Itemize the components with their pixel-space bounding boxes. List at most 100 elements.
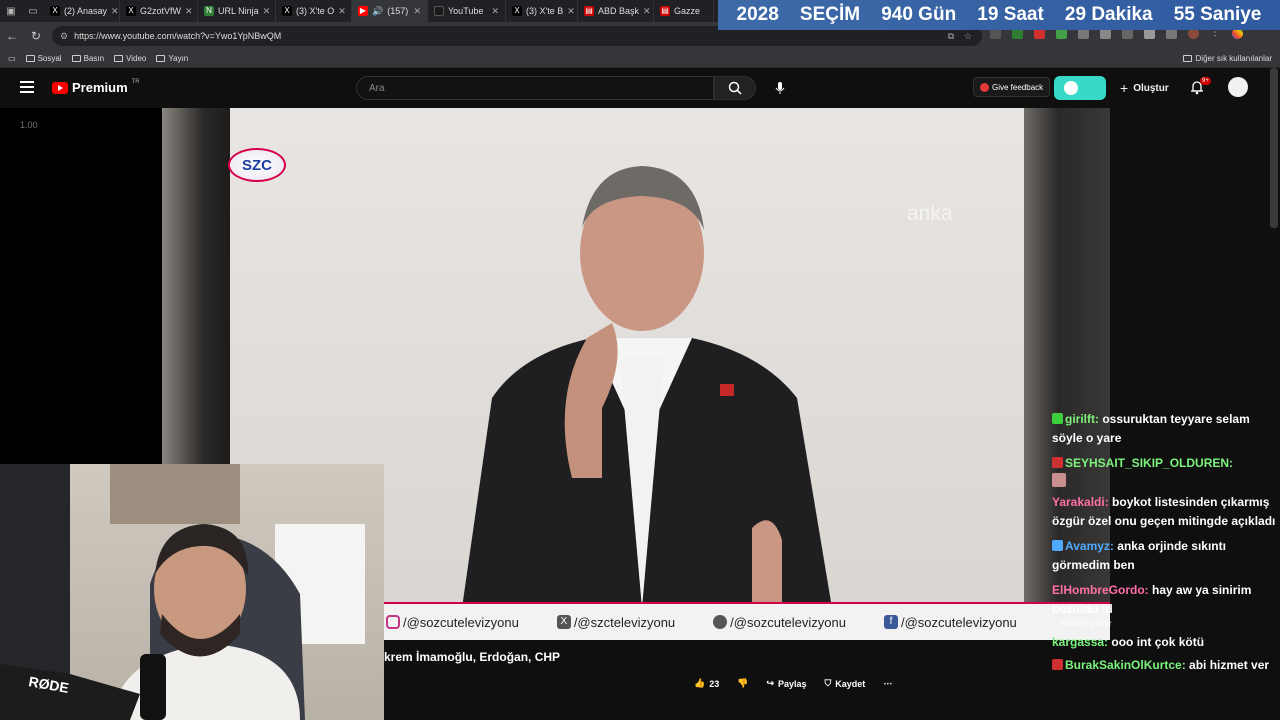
- close-icon[interactable]: ✕: [643, 6, 651, 17]
- tiktok-icon: [713, 615, 728, 629]
- share-button[interactable]: ↪ Paylaş: [766, 678, 806, 689]
- x-icon: X: [126, 6, 136, 16]
- tab-1[interactable]: X G2zotVfW ✕: [120, 0, 198, 22]
- ticker-item: f/@sozcutelevizyonu: [883, 615, 1017, 630]
- chat-text: ooo int çok kötü: [1111, 635, 1205, 649]
- close-icon[interactable]: ✕: [263, 6, 271, 17]
- tab-actions-icon[interactable]: ▭: [22, 0, 44, 22]
- plus-icon: +: [1120, 80, 1129, 96]
- chat-message: girilft: ossuruktan teyyare selam söyle …: [1052, 410, 1278, 448]
- countdown-hours: 19 Saat: [977, 4, 1044, 25]
- more-actions-button[interactable]: ⋯: [883, 678, 892, 689]
- x-icon: X: [556, 615, 571, 629]
- bookmark-label: Yayın: [168, 54, 189, 63]
- voice-search-button[interactable]: [768, 76, 792, 100]
- show-chat-label[interactable]: Sohbeti göster: [1052, 619, 1278, 629]
- bookmark-apps-icon[interactable]: ▭: [8, 54, 16, 63]
- other-bookmarks-label: Diğer sık kullanılanlar: [1195, 54, 1272, 63]
- thumbs-down-icon: 👎: [737, 678, 749, 688]
- avatar[interactable]: [1228, 77, 1248, 97]
- tab-label: URL Ninja: [218, 6, 259, 16]
- bookmark-star-icon[interactable]: ☆: [964, 31, 972, 42]
- like-button[interactable]: 👍 23: [694, 678, 719, 689]
- tab-2[interactable]: N URL Ninja ✕: [198, 0, 276, 22]
- back-icon[interactable]: ←: [0, 29, 24, 43]
- bookmarks-bar: ▭ Sosyal Basın Video Yayın Diğer sık kul…: [0, 50, 1280, 68]
- url-ninja-icon: N: [204, 6, 214, 16]
- bookmark-folder-sosyal[interactable]: Sosyal: [25, 54, 62, 63]
- folder-icon: [156, 55, 166, 62]
- chat-username: Yarakaldi:: [1052, 495, 1109, 509]
- close-icon[interactable]: ✕: [338, 6, 346, 17]
- search-placeholder: Ara: [369, 82, 385, 94]
- create-button[interactable]: + Oluştur: [1120, 80, 1169, 96]
- bookmark-folder-video[interactable]: Video: [114, 54, 146, 63]
- speaker-icon[interactable]: 🔊: [372, 6, 383, 17]
- live-chat-overlay: girilft: ossuruktan teyyare selam söyle …: [1052, 410, 1278, 675]
- election-countdown-overlay: 2028 SEÇİM 940 Gün 19 Saat 29 Dakika 55 …: [718, 0, 1280, 30]
- tab-7[interactable]: ▤ ABD Başk ✕: [578, 0, 654, 22]
- folder-icon: [25, 55, 35, 62]
- ticker-item: /@sozcutelevizyonu: [386, 615, 519, 630]
- tab-4[interactable]: ▶ 🔊 (157) ✕: [352, 0, 428, 22]
- page-scrollbar[interactable]: [1270, 68, 1278, 228]
- create-label: Oluştur: [1133, 82, 1169, 94]
- site-info-icon[interactable]: ⚙: [60, 31, 68, 42]
- tab-5[interactable]: YouTube ✕: [428, 0, 506, 22]
- bookmark-folder-yayin[interactable]: Yayın: [156, 54, 188, 63]
- close-icon[interactable]: ✕: [413, 6, 421, 17]
- news-icon: ▤: [660, 6, 670, 16]
- search-input[interactable]: Ara: [356, 76, 714, 100]
- youtube-icon: ▶: [358, 6, 368, 16]
- ticker-item: /@sozcutelevizyonu: [713, 615, 846, 630]
- close-icon[interactable]: ✕: [111, 6, 119, 17]
- close-icon[interactable]: ✕: [491, 6, 499, 17]
- bookmark-folder-basin[interactable]: Basın: [71, 54, 104, 63]
- share-icon: ↪: [766, 678, 774, 688]
- chat-text: abi hizmet ver: [1189, 658, 1270, 672]
- extension-toggle[interactable]: [1054, 76, 1106, 100]
- tab-label: (3) X'te O: [296, 6, 335, 16]
- chat-message: BurakSakinOlKurtce: abi hizmet ver: [1052, 656, 1278, 675]
- workspace-icon[interactable]: ▣: [0, 0, 22, 22]
- page-bottom-strip: [384, 712, 1280, 720]
- tab-6[interactable]: X (3) X'te B ✕: [506, 0, 578, 22]
- youtube-logo[interactable]: Premium TR: [52, 79, 140, 95]
- player-left-margin: [0, 108, 162, 464]
- news-icon: ▤: [584, 6, 594, 16]
- search-button[interactable]: [714, 76, 756, 100]
- youtube-header: Premium TR Ara Give feedback + Oluştur 9…: [0, 68, 1280, 108]
- countdown-seconds: 55 Saniye: [1173, 4, 1262, 25]
- x-icon: X: [282, 6, 292, 16]
- watermark: anka: [907, 202, 953, 225]
- countdown-minutes: 29 Dakika: [1064, 4, 1153, 25]
- chat-badge-icon: [1052, 540, 1063, 551]
- give-feedback-button[interactable]: Give feedback: [973, 77, 1051, 97]
- tab-3[interactable]: X (3) X'te O ✕: [276, 0, 352, 22]
- menu-icon[interactable]: [20, 81, 34, 96]
- chat-badge-icon: [1052, 659, 1063, 670]
- playback-speed-readout: 1.00: [20, 120, 38, 130]
- share-label: Paylaş: [778, 678, 807, 689]
- close-icon[interactable]: ✕: [185, 6, 193, 17]
- reload-icon[interactable]: ↻: [24, 29, 48, 43]
- search-icon: [728, 81, 742, 95]
- tab-label: ABD Başk: [598, 6, 640, 16]
- x-icon: X: [512, 6, 522, 16]
- url-text: https://www.youtube.com/watch?v=Ywo1YpNB…: [74, 31, 282, 41]
- bookmark-icon: ⛉: [824, 678, 832, 688]
- video-title-fragment: krem İmamoğlu, Erdoğan, CHP: [384, 650, 561, 664]
- other-bookmarks[interactable]: Diğer sık kullanılanlar: [1182, 54, 1272, 63]
- dislike-button[interactable]: 👎: [737, 678, 748, 689]
- tab-8[interactable]: ▤ Gazze: [654, 0, 714, 22]
- like-count: 23: [709, 678, 720, 689]
- bookmark-label: Video: [126, 54, 147, 63]
- tab-0[interactable]: X (2) Anasay ✕: [44, 0, 120, 22]
- install-icon[interactable]: ⧉: [948, 31, 954, 42]
- chat-username: kargassa:: [1052, 635, 1109, 649]
- ticker-handle: /@sozcutelevizyonu: [403, 614, 519, 630]
- save-button[interactable]: ⛉ Kaydet: [825, 678, 866, 689]
- countdown-days: 940 Gün: [881, 4, 957, 25]
- close-icon[interactable]: ✕: [567, 6, 575, 17]
- chat-badge-icon: [1052, 413, 1063, 424]
